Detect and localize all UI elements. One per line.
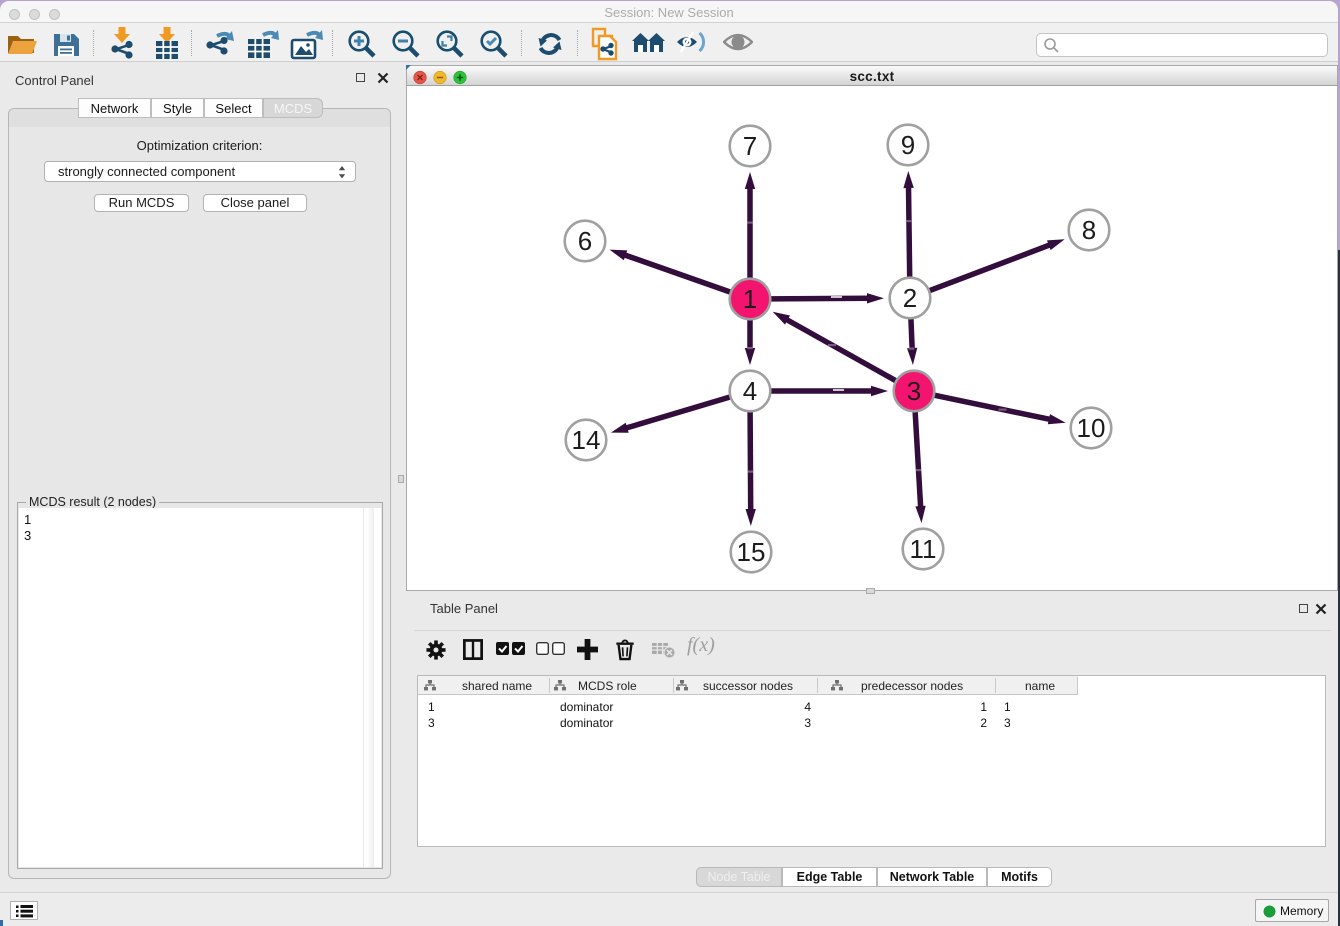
svg-text:11: 11 (910, 534, 937, 564)
svg-text:3: 3 (907, 376, 921, 406)
svg-text:15: 15 (737, 537, 766, 567)
svg-text:6: 6 (578, 226, 592, 256)
svg-text:8: 8 (1082, 215, 1096, 245)
svg-text:4: 4 (743, 376, 757, 406)
svg-text:9: 9 (901, 130, 915, 160)
svg-text:7: 7 (743, 131, 757, 161)
svg-text:1: 1 (743, 284, 757, 314)
svg-text:2: 2 (903, 283, 917, 313)
svg-text:10: 10 (1077, 413, 1106, 443)
svg-text:14: 14 (572, 425, 601, 455)
